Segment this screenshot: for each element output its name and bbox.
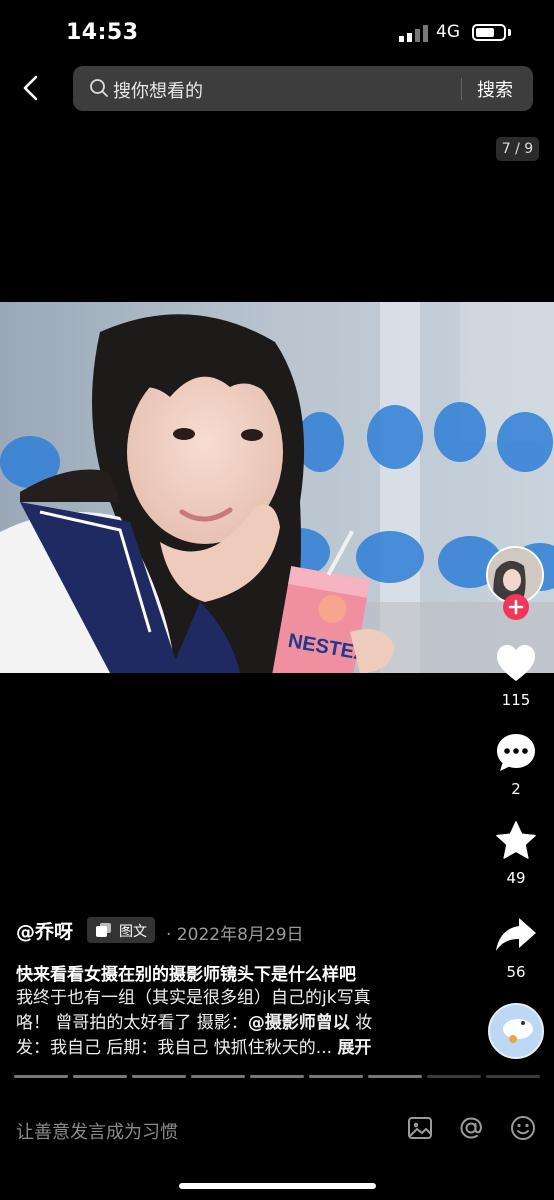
comment-icon[interactable] xyxy=(495,732,537,774)
share-icon[interactable] xyxy=(495,914,537,956)
music-disc-icon[interactable] xyxy=(488,1003,544,1059)
desc-line-2: 咯！ 曾哥拍的太好看了 摄影：@摄影师曾以 妆 xyxy=(16,1011,432,1036)
gallery-progress xyxy=(14,1075,540,1078)
mention-link[interactable]: @摄影师曾以 xyxy=(248,1013,350,1033)
share-count: 56 xyxy=(506,963,526,981)
progress-segment xyxy=(486,1075,540,1078)
search-input[interactable]: 搜你想看的 xyxy=(113,77,203,103)
comment-count: 2 xyxy=(511,780,521,798)
progress-segment xyxy=(191,1075,245,1078)
like-count: 115 xyxy=(501,691,531,709)
plus-icon xyxy=(508,599,524,615)
image-icon[interactable] xyxy=(406,1114,434,1142)
at-icon[interactable] xyxy=(457,1114,485,1142)
gallery-icon xyxy=(96,923,111,937)
signal-icon xyxy=(399,25,428,42)
network-label: 4G xyxy=(436,22,460,42)
heart-icon[interactable] xyxy=(495,643,537,685)
star-icon[interactable] xyxy=(495,820,537,862)
post-description: 我终于也有一组（其实是很多组）自己的jk写真 咯！ 曾哥拍的太好看了 摄影：@摄… xyxy=(16,986,432,1061)
progress-segment xyxy=(132,1075,186,1078)
progress-segment xyxy=(427,1075,481,1078)
battery-tip xyxy=(508,29,511,36)
desc-text: 发：我自己 后期：我自己 快抓住秋天的... xyxy=(16,1038,333,1058)
post-date: · 2022年8月29日 xyxy=(166,925,304,945)
comment-input[interactable]: 让善意发言成为习惯 xyxy=(16,1118,178,1144)
home-indicator[interactable] xyxy=(179,1183,376,1189)
post-title: 快来看看女摄在别的摄影师镜头下是什么样吧 xyxy=(16,965,356,985)
post-image[interactable]: NESTEA xyxy=(0,302,554,673)
post-type-label: 图文 xyxy=(119,924,147,940)
post-type-tag: 图文 xyxy=(87,917,155,943)
search-icon xyxy=(90,79,108,97)
author-name[interactable]: @乔呀 xyxy=(16,917,73,944)
search-bar[interactable]: 搜你想看的 搜索 xyxy=(73,66,533,111)
desc-line-3: 发：我自己 后期：我自己 快抓住秋天的... 展开 xyxy=(16,1036,432,1061)
progress-segment xyxy=(14,1075,68,1078)
image-counter: 7 / 9 xyxy=(496,137,539,161)
follow-button[interactable] xyxy=(503,594,529,620)
status-time: 14:53 xyxy=(66,20,139,45)
emoji-icon[interactable] xyxy=(509,1114,537,1142)
search-divider xyxy=(461,78,462,100)
favorite-count: 49 xyxy=(506,869,526,887)
desc-line-1: 我终于也有一组（其实是很多组）自己的jk写真 xyxy=(16,988,371,1008)
progress-segment xyxy=(250,1075,304,1078)
progress-segment xyxy=(368,1075,422,1078)
desc-text: 咯！ 曾哥拍的太好看了 摄影： xyxy=(16,1013,248,1033)
desc-text: 妆 xyxy=(349,1013,373,1033)
battery-icon xyxy=(472,24,506,41)
progress-segment xyxy=(73,1075,127,1078)
search-button[interactable]: 搜索 xyxy=(477,76,513,102)
progress-segment xyxy=(309,1075,363,1078)
expand-button[interactable]: 展开 xyxy=(337,1038,371,1058)
back-icon[interactable] xyxy=(18,74,46,102)
